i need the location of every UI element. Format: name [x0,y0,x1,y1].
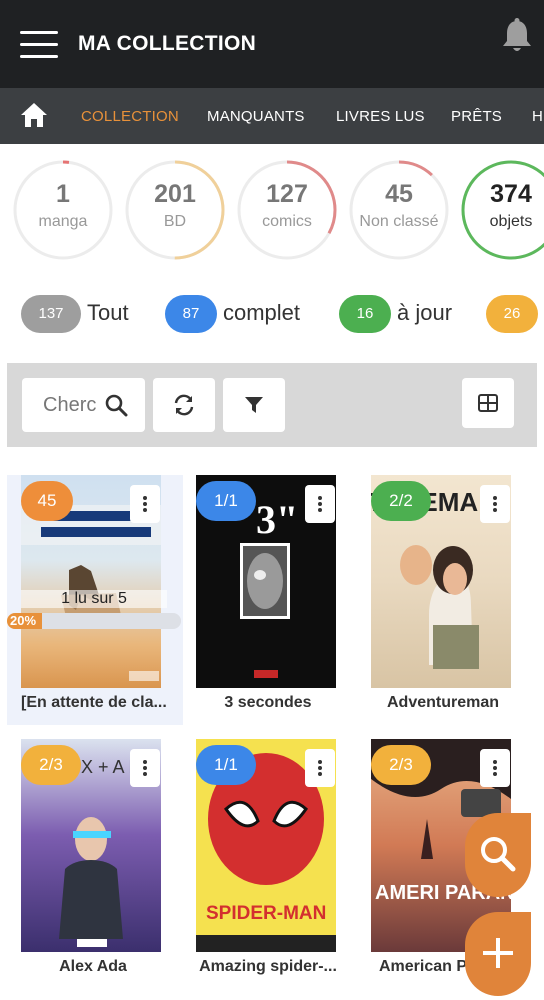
stat-value: 201 [154,180,196,208]
refresh-icon [174,394,194,416]
toolbar: Cherc [7,363,537,447]
grid-icon [478,394,498,412]
stat-label: comics [262,213,312,230]
stat-label: manga [38,213,88,230]
book-count-badge: 1/1 [196,481,256,521]
kebab-icon[interactable] [130,485,160,523]
stat-value: 127 [266,180,308,208]
book-title[interactable]: 3 secondes [180,694,356,712]
filter-complete-count[interactable]: 87 [165,295,217,333]
cover-title-text: SPIDER-MAN [206,903,326,924]
stat-label: Non classé [359,213,439,230]
search-fab[interactable] [465,813,531,897]
book-count-badge: 2/2 [371,481,431,521]
app-header: MA COLLECTION [0,0,544,88]
kebab-icon[interactable] [305,485,335,523]
stat-value: 1 [56,180,70,208]
book-count-badge: 45 [21,481,73,521]
book-count-badge: 2/3 [371,745,431,785]
book-count-badge: 2/3 [21,745,81,785]
stat-non-classe[interactable]: 45 Non classé [347,158,451,262]
filter-complete-label[interactable]: complet [223,300,300,326]
stat-ring [349,160,449,260]
book-title[interactable]: Alex Ada [5,958,181,976]
stat-label: BD [163,213,187,230]
book-title[interactable]: Adventureman [355,694,531,712]
tab-livres-lus[interactable]: LIVRES LUS [336,108,425,125]
stat-label: objets [489,213,533,230]
refresh-button[interactable] [153,378,215,432]
kebab-icon[interactable] [480,749,510,787]
add-fab[interactable] [465,912,531,996]
filter-button[interactable] [223,378,285,432]
read-status: 1 lu sur 5 [21,590,167,608]
stat-ring [125,160,225,260]
stat-ring [13,160,113,260]
filter-uptodate-label[interactable]: à jour [397,300,452,326]
tab-manquants[interactable]: MANQUANTS [207,108,305,125]
read-progress-bar: 20% [7,613,181,629]
kebab-icon[interactable] [305,749,335,787]
book-title[interactable]: [En attente de cla... [7,694,183,712]
stat-manga[interactable]: 1 manga [11,158,115,262]
book-title[interactable]: Amazing spider-... [180,958,356,976]
stat-comics[interactable]: 127 comics [235,158,339,262]
page-title: MA COLLECTION [78,32,257,55]
filter-all-label[interactable]: Tout [87,300,129,326]
filter-partial-count[interactable]: 26 [486,295,538,333]
stat-bd[interactable]: 201 BD [123,158,227,262]
tab-more[interactable]: H [532,108,543,125]
search-fab-icon [481,837,516,872]
menu-icon[interactable] [20,31,58,59]
filter-row: 137 Tout 87 complet 16 à jour 26 [0,290,544,340]
bell-icon[interactable] [500,18,534,54]
stat-ring [461,160,544,260]
grid-view-button[interactable] [462,378,514,428]
filter-all-count[interactable]: 137 [21,295,81,333]
home-icon[interactable] [20,102,48,128]
search-icon [105,394,128,417]
stat-ring [237,160,337,260]
search-placeholder: Cherc [43,394,97,416]
filter-uptodate-count[interactable]: 16 [339,295,391,333]
search-input[interactable]: Cherc [22,378,145,432]
tab-collection[interactable]: COLLECTION [81,108,179,125]
stat-value: 374 [490,180,532,208]
tab-prets[interactable]: PRÊTS [451,108,502,125]
filter-icon [245,397,263,413]
stats-row: 1 manga 201 BD 127 comics 45 Non classé … [0,145,544,265]
kebab-icon[interactable] [480,485,510,523]
book-count-badge: 1/1 [196,745,256,785]
stat-objets[interactable]: 374 objets [459,158,544,262]
read-progress-label: 20% [10,613,37,628]
cover-title-text: 3" [256,497,298,542]
stat-value: 45 [385,180,413,208]
kebab-icon[interactable] [130,749,160,787]
nav-bar: COLLECTION MANQUANTS LIVRES LUS PRÊTS H [0,88,544,144]
plus-icon [483,938,513,968]
